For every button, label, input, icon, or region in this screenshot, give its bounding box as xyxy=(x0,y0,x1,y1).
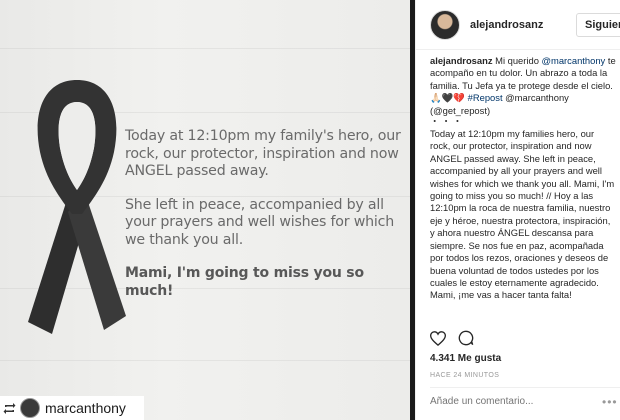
comment-bubble-icon[interactable] xyxy=(458,330,474,351)
author-username[interactable]: alejandrosanz xyxy=(470,19,543,31)
repost-username: marcanthony xyxy=(45,400,126,416)
divider xyxy=(430,387,620,388)
following-button[interactable]: Siguiendo xyxy=(576,13,620,37)
wood-grain-line xyxy=(0,360,410,361)
caption-username[interactable]: alejandrosanz xyxy=(430,55,493,66)
like-count[interactable]: 4.341 Me gusta xyxy=(430,353,501,364)
image-paragraph-1: Today at 12:10pm my family's hero, our r… xyxy=(125,128,401,179)
caption-text: Mi querido xyxy=(492,55,542,66)
post-image[interactable]: Today at 12:10pm my family's hero, our r… xyxy=(0,0,410,420)
author-avatar[interactable] xyxy=(430,9,460,40)
heart-icon[interactable] xyxy=(429,330,447,351)
image-paragraph-3: Mami, I'm going to miss you so much! xyxy=(125,265,364,299)
caption-separator: ・・・ xyxy=(430,116,465,128)
more-options-icon[interactable]: ••• xyxy=(602,395,618,409)
hashtag-link[interactable]: #Repost xyxy=(468,92,503,103)
wood-grain-line xyxy=(0,48,410,49)
image-paragraph-2: She left in peace, accompanied by all yo… xyxy=(125,196,395,248)
post-timestamp[interactable]: HACE 24 MINUTOS xyxy=(430,372,499,379)
post-sidebar: alejandrosanz Siguiendo alejandrosanz Mi… xyxy=(415,0,620,420)
image-text-block: Today at 12:10pm my family's hero, our r… xyxy=(125,128,405,316)
comment-input[interactable] xyxy=(430,396,590,407)
caption-mention: @marcanthony xyxy=(502,92,569,104)
post-header: alejandrosanz Siguiendo xyxy=(416,0,620,50)
post-actions xyxy=(429,330,474,351)
post-caption: alejandrosanz Mi querido @marcanthony te… xyxy=(430,55,616,302)
repost-attribution: marcanthony xyxy=(0,396,144,420)
black-ribbon-icon xyxy=(28,80,126,334)
repost-avatar xyxy=(20,398,40,418)
mention-link[interactable]: @marcanthony xyxy=(542,55,606,66)
repost-icon xyxy=(2,401,16,415)
caption-body: Today at 12:10pm my families hero, our r… xyxy=(430,128,615,301)
